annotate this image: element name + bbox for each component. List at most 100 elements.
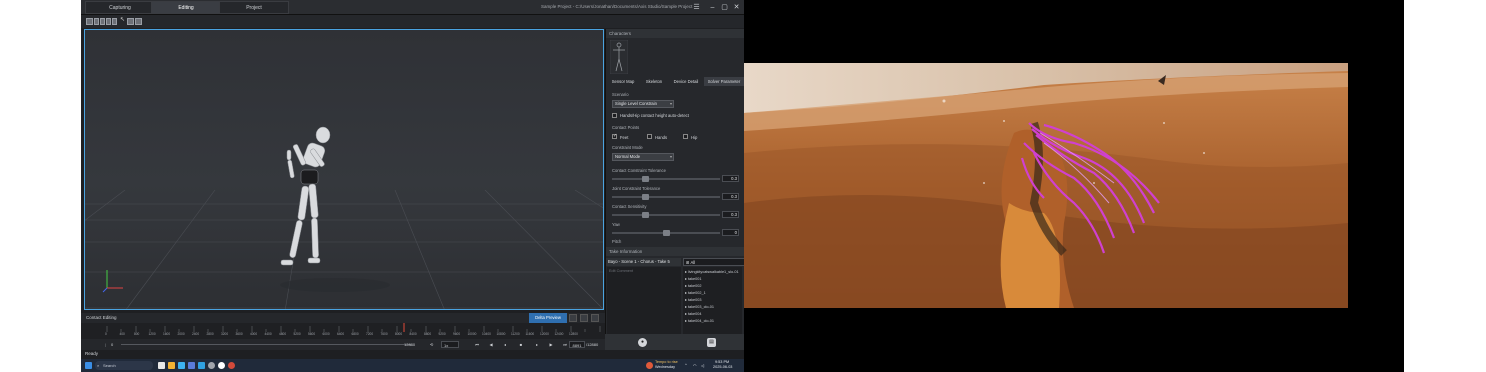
volume-icon[interactable]: ◁ [701,363,704,368]
constraint-mode-dropdown[interactable]: Normal Mode ▾ [612,153,674,161]
filter-value: All [690,260,696,265]
skip-start-icon[interactable]: ⏮ [473,341,481,348]
step-forward-icon[interactable]: ▶ [547,341,555,348]
clock-date[interactable]: 2025-06-03 [713,365,732,369]
timeline-tick-label: 6800 [351,332,359,336]
range-end-value[interactable]: 12880 [404,341,422,348]
3d-viewport[interactable] [84,29,604,310]
delta-preview-button[interactable]: Delta Preview [529,313,567,323]
current-frame-input[interactable]: 8891 [569,341,585,348]
timeline-tick-label: 10400 [482,332,491,336]
robot-character[interactable] [275,122,345,297]
timeline-tick-label: 8800 [424,332,432,336]
layout-single-icon[interactable] [86,18,93,25]
timeline-tick-label: 400 [119,332,125,336]
mail-icon[interactable] [188,362,195,369]
export-icon[interactable]: ▤ [707,338,716,347]
scenario-dropdown[interactable]: Single Level Constrain ▾ [612,100,674,108]
taskbar-search[interactable]: ⌕ Search [95,361,153,370]
layout-grid-icon[interactable] [112,18,117,25]
edge-browser-icon[interactable] [178,362,185,369]
timeline-tick-label: 4800 [279,332,287,336]
character-thumbnail[interactable] [610,40,628,74]
tab-editing[interactable]: Editing [151,1,221,14]
contact-sensitivity-value[interactable]: 0.3 [722,211,739,218]
range-start-marker-icon[interactable]: | [105,341,108,348]
slider-handle[interactable] [642,194,650,200]
timeline-ruler[interactable]: 0 400 800 1200 1600 2000 2400 2800 3200 3600 4000 4… [81,323,605,339]
layout-triple-icon[interactable] [100,18,105,25]
contact-sensitivity-slider[interactable] [612,212,720,218]
step-back-icon[interactable]: ◀ [487,341,495,348]
take-filter-dropdown[interactable]: ⊞ All [683,258,745,266]
auto-detect-checkbox[interactable] [612,113,617,118]
joint-constraint-tolerance-value[interactable]: 0.3 [722,193,739,200]
timeline-tick-label: 10800 [496,332,506,336]
list-item[interactable]: ▸ take003_clo-01 [685,304,714,309]
speed-select[interactable]: 1x [441,341,459,348]
list-item[interactable]: ▸ take002_1 [685,290,706,295]
feet-checkbox[interactable] [612,133,617,139]
layout-quad-icon[interactable] [106,18,111,25]
contact-constraint-tolerance-value[interactable]: 0.3 [722,175,739,182]
tab-sensor-map[interactable]: Sensor Map [608,77,638,86]
list-item[interactable]: ▸ take002 [685,283,701,288]
store-icon[interactable] [198,362,205,369]
record-icon[interactable]: ● [638,338,647,347]
chevron-down-icon: ▾ [669,101,672,106]
settings-app-icon[interactable] [208,362,215,369]
minimize-icon[interactable]: – [708,3,717,12]
list-item[interactable]: ▸ take003 [685,297,701,302]
play-icon[interactable]: ▸ [533,341,541,348]
stop-icon[interactable]: ■ [517,341,525,348]
windows-start-icon[interactable] [85,362,92,369]
slider-handle[interactable] [642,212,650,218]
tab-project[interactable]: Project [219,1,289,14]
camera-icon[interactable] [127,18,134,25]
menu-icon[interactable]: ☰ [692,3,701,12]
settings-icon[interactable] [135,18,142,25]
redo-icon[interactable] [580,314,588,322]
axis-studio-taskbar-icon[interactable] [228,362,235,369]
tray-chevron-icon[interactable]: ^ [685,363,687,367]
list-item[interactable]: ▸ take004 [685,311,701,316]
slider-handle[interactable] [642,176,650,182]
tab-skeleton[interactable]: Skeleton [640,77,668,86]
loop-icon[interactable]: ⟲ [428,341,435,348]
hip-checkbox[interactable] [683,134,688,139]
undo-icon[interactable] [569,314,577,322]
scenario-value: Single Level Constrain [615,101,657,106]
close-icon[interactable]: ✕ [732,3,741,12]
file-explorer-icon[interactable] [168,362,175,369]
tab-solver-parameter[interactable]: Solver Parameter [704,77,744,86]
wifi-icon[interactable]: ◠ [693,363,696,368]
timeline-tick-label: 2800 [206,332,214,336]
options-icon[interactable] [591,314,599,322]
tab-capturing[interactable]: Capturing [85,1,155,14]
joint-constraint-tolerance-slider[interactable] [612,194,720,200]
pointer-icon[interactable]: ↖ [120,17,125,25]
layout-split-icon[interactable] [94,18,99,25]
list-item[interactable]: ▸ take001 [685,276,701,281]
prev-key-icon[interactable]: ◂ [501,341,509,348]
clock-time[interactable]: 9:53 PM [715,360,729,364]
task-view-icon[interactable] [158,362,165,369]
maximize-icon[interactable]: ▢ [720,3,729,12]
range-start-value[interactable]: 0 [111,341,119,348]
timeline-tick-label: 12800 [569,332,578,336]
timeline-tick-label: 11200 [511,332,520,336]
contact-constraint-tolerance-slider[interactable] [612,176,720,182]
timeline-tick-label: 2000 [177,332,185,336]
app-pinned-icon[interactable] [218,362,225,369]
slider-handle[interactable] [662,230,670,236]
yaw-slider[interactable] [612,230,720,236]
list-item[interactable]: ▸ take004_clo-01 [685,318,714,323]
timeline-tick-label: 7200 [366,332,374,336]
range-track[interactable] [121,344,411,345]
skip-end-icon[interactable]: ⏭ [561,341,569,348]
take-notes-area[interactable]: Edit Comment [607,267,681,334]
hands-checkbox[interactable] [647,134,652,139]
tab-device-detail[interactable]: Device Detail [670,77,702,86]
list-item[interactable]: ▸ livingkitycatswalkable1_slo-01 [685,269,739,274]
yaw-value[interactable]: 0 [722,229,739,236]
